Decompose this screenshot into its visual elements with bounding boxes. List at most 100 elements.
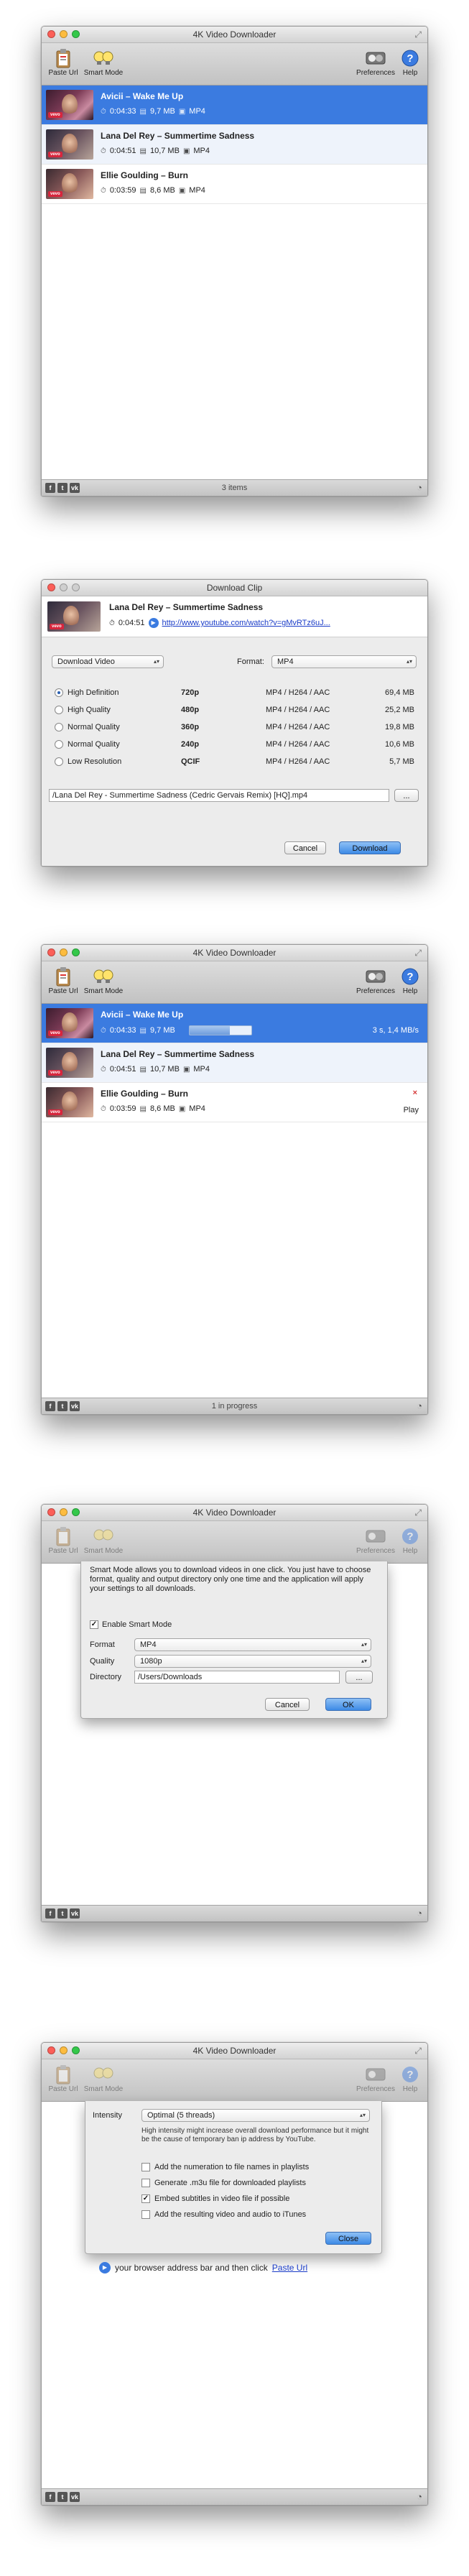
option-row[interactable]: Add the resulting video and audio to iTu… — [141, 2210, 306, 2219]
browse-button[interactable]: ... — [345, 1671, 373, 1684]
option-checkbox[interactable] — [141, 2179, 150, 2187]
fullscreen-icon[interactable]: ⤢ — [414, 1508, 422, 1518]
download-button[interactable]: Download — [339, 841, 401, 854]
minimize-window-button[interactable] — [60, 1508, 68, 1516]
close-button[interactable]: Close — [325, 2232, 371, 2245]
quality-option[interactable]: High Quality 480p MP4 / H264 / AAC 25,2 … — [52, 703, 417, 719]
ok-button[interactable]: OK — [325, 1698, 371, 1711]
format-label: Format — [90, 1640, 115, 1649]
paste-url-button[interactable]: Paste Url — [42, 47, 85, 77]
quality-option[interactable]: Normal Quality 240p MP4 / H264 / AAC 10,… — [52, 737, 417, 753]
vk-icon[interactable]: vk — [70, 483, 80, 493]
close-window-button[interactable] — [47, 583, 55, 591]
directory-field[interactable]: /Users/Downloads — [134, 1671, 340, 1684]
option-checkbox[interactable]: ✓ — [141, 2194, 150, 2203]
smart-mode-button[interactable]: Smart Mode — [82, 47, 125, 77]
zoom-window-button[interactable] — [72, 1508, 80, 1516]
minimize-window-button — [60, 583, 68, 591]
list-item[interactable]: vevo Ellie Goulding – Burn ⏱ 0:03:59 ▤ 8,6… — [42, 165, 427, 204]
zoom-window-button[interactable] — [72, 2046, 80, 2054]
browse-button[interactable]: ... — [394, 789, 419, 802]
minimize-window-button[interactable] — [60, 948, 68, 956]
enable-smart-mode-option[interactable]: ✓ Enable Smart Mode — [90, 1620, 172, 1629]
fullscreen-icon[interactable]: ⤢ — [414, 948, 422, 958]
clip-url-link[interactable]: http://www.youtube.com/watch?v=gMvRTz6uJ… — [162, 619, 330, 627]
quality-radio[interactable] — [55, 740, 63, 749]
file-format-icon: ▣ — [178, 1104, 186, 1113]
smart-mode-label: Smart Mode — [83, 2085, 124, 2093]
remove-item-icon[interactable]: × — [413, 1089, 417, 1097]
close-window-button[interactable] — [47, 30, 55, 38]
quality-option[interactable]: Normal Quality 360p MP4 / H264 / AAC 19,… — [52, 720, 417, 736]
clip-duration: 0:04:51 — [118, 619, 145, 627]
format-select[interactable]: MP4 ▴▾ — [271, 655, 417, 668]
facebook-icon[interactable]: f — [45, 1908, 55, 1919]
quality-select[interactable]: 1080p ▴▾ — [134, 1655, 371, 1668]
smart-mode-status-icon[interactable]: ◔ — [417, 482, 422, 494]
video-meta: ⏱ 0:03:59 ▤ 8,6 MB ▣ MP4 — [101, 1104, 205, 1113]
vk-icon[interactable]: vk — [70, 2492, 80, 2502]
option-checkbox[interactable] — [141, 2163, 150, 2171]
quality-radio[interactable] — [55, 706, 63, 714]
fullscreen-icon[interactable]: ⤢ — [414, 29, 422, 40]
close-window-button[interactable] — [47, 1508, 55, 1516]
option-row[interactable]: ✓ Embed subtitles in video file if possib… — [141, 2194, 289, 2203]
help-button[interactable]: ? Help — [392, 47, 427, 77]
option-row[interactable]: Add the numeration to file names in play… — [141, 2163, 309, 2171]
play-button[interactable]: Play — [404, 1106, 419, 1114]
smart-mode-status-icon[interactable]: ◔ — [417, 1400, 422, 1412]
window-controls — [47, 583, 80, 591]
list-item[interactable]: vevo Avicii – Wake Me Up ⏱ 0:04:33 ▤ 9,7 M… — [42, 1004, 427, 1043]
list-item[interactable]: vevo Avicii – Wake Me Up ⏱ 0:04:33 ▤ 9,7 M… — [42, 86, 427, 125]
cancel-button[interactable]: Cancel — [265, 1698, 310, 1711]
zoom-window-button[interactable] — [72, 30, 80, 38]
intensity-select[interactable]: Optimal (5 threads) ▴▾ — [141, 2109, 370, 2122]
list-item[interactable]: vevo Lana Del Rey – Summertime Sadness ⏱… — [42, 1043, 427, 1083]
list-item[interactable]: vevo Lana Del Rey – Summertime Sadness ⏱… — [42, 125, 427, 165]
quality-value: 1080p — [140, 1657, 162, 1666]
quality-option[interactable]: High Definition 720p MP4 / H264 / AAC 69… — [52, 685, 417, 701]
close-window-button[interactable] — [47, 948, 55, 956]
cancel-button[interactable]: Cancel — [284, 841, 326, 854]
list-item[interactable]: vevo Ellie Goulding – Burn ⏱ 0:03:59 ▤ 8,6… — [42, 1083, 427, 1122]
quality-radio[interactable] — [55, 688, 63, 697]
status-text: 1 in progress — [211, 1402, 258, 1411]
quality-radio[interactable] — [55, 723, 63, 731]
quality-option[interactable]: Low Resolution QCIF MP4 / H264 / AAC 5,7… — [52, 754, 417, 770]
format-select[interactable]: MP4 ▴▾ — [134, 1638, 371, 1651]
twitter-icon[interactable]: t — [57, 1401, 68, 1411]
option-row[interactable]: Generate .m3u file for downloaded playli… — [141, 2179, 306, 2187]
paste-url-button[interactable]: Paste Url — [42, 966, 85, 995]
download-type-select[interactable]: Download Video ▴▾ — [52, 655, 164, 668]
status-bar: f t vk ◔ — [42, 1905, 427, 1921]
video-title: Lana Del Rey – Summertime Sadness — [101, 1049, 255, 1059]
minimize-window-button[interactable] — [60, 30, 68, 38]
toolbar: Paste Url Smart Mode Preferences ? Help — [42, 1521, 427, 1564]
vk-icon[interactable]: vk — [70, 1908, 80, 1919]
fullscreen-icon[interactable]: ⤢ — [414, 2046, 422, 2056]
enable-smart-mode-checkbox[interactable]: ✓ — [90, 1620, 98, 1629]
help-button[interactable]: ? Help — [392, 966, 427, 995]
vk-icon[interactable]: vk — [70, 1401, 80, 1411]
smart-mode-status-icon[interactable]: ◔ — [417, 2491, 422, 2503]
facebook-icon[interactable]: f — [45, 483, 55, 493]
save-path-field[interactable]: /Lana Del Rey - Summertime Sadness (Cedr… — [49, 789, 389, 802]
close-window-button[interactable] — [47, 2046, 55, 2054]
select-arrows-icon: ▴▾ — [153, 658, 159, 665]
twitter-icon[interactable]: t — [57, 1908, 68, 1919]
twitter-icon[interactable]: t — [57, 2492, 68, 2502]
minimize-window-button[interactable] — [60, 2046, 68, 2054]
zoom-window-button[interactable] — [72, 948, 80, 956]
smart-mode-button[interactable]: Smart Mode — [82, 966, 125, 995]
facebook-icon[interactable]: f — [45, 1401, 55, 1411]
twitter-icon[interactable]: t — [57, 483, 68, 493]
quality-radio[interactable] — [55, 757, 63, 766]
option-checkbox[interactable] — [141, 2210, 150, 2219]
smart-mode-status-icon[interactable]: ◔ — [417, 1908, 422, 1919]
smart-mode-description: Smart Mode allows you to download videos… — [90, 1566, 371, 1593]
help-label: Help — [402, 987, 418, 995]
paste-url-link[interactable]: Paste Url — [272, 2263, 307, 2273]
preferences-switch-icon — [366, 52, 386, 65]
directory-label: Directory — [90, 1673, 122, 1681]
facebook-icon[interactable]: f — [45, 2492, 55, 2502]
